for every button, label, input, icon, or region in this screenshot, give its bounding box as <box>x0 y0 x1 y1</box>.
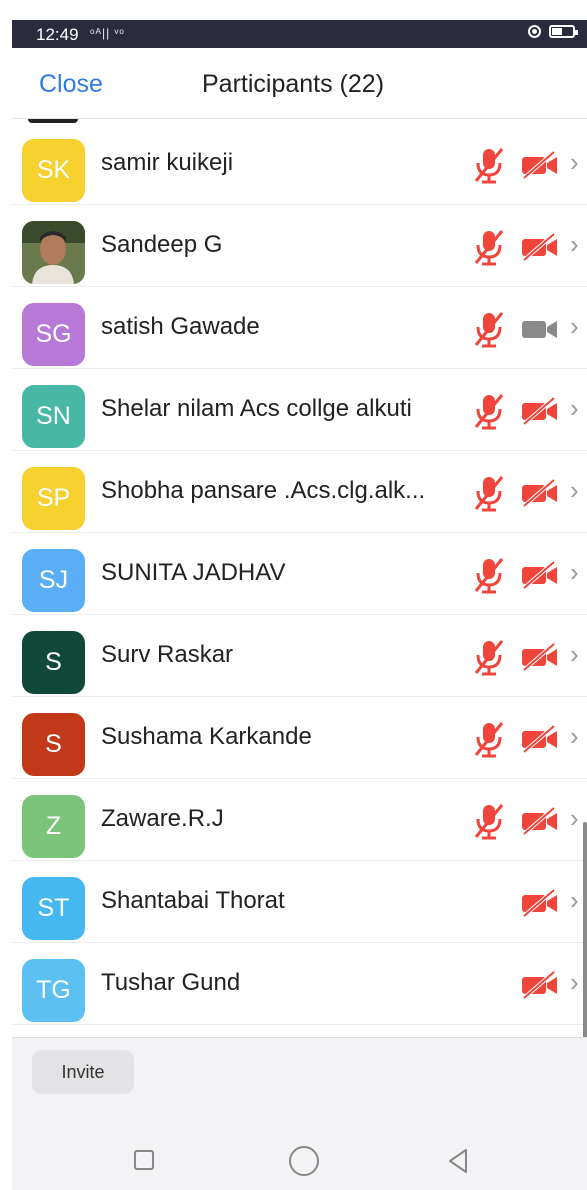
participant-row[interactable]: TG Tushar Gund › <box>12 943 587 1025</box>
status-time: 12:49 <box>36 25 79 44</box>
participants-screen: 12:49 ᵒᴬ|| ᵛᵒ Close Participants (22) SK… <box>12 0 587 1190</box>
invite-button[interactable]: Invite <box>32 1050 134 1094</box>
participant-name: Shantabai Thorat <box>101 887 285 914</box>
participant-row[interactable]: SJ SUNITA JADHAV › <box>12 533 587 615</box>
chevron-right-icon: › <box>570 147 579 177</box>
system-nav-bar <box>12 1138 587 1188</box>
signal-icon: ᵒᴬ|| ᵛᵒ <box>90 26 125 40</box>
chevron-right-icon: › <box>570 393 579 423</box>
mic-muted-icon <box>472 391 506 431</box>
footer: Invite <box>12 1037 587 1190</box>
participant-row[interactable]: SG satish Gawade › <box>12 287 587 369</box>
page-title: Participants (22) <box>202 70 385 98</box>
chevron-right-icon: › <box>570 229 579 259</box>
participant-name: satish Gawade <box>101 313 260 340</box>
video-off-icon <box>520 396 560 426</box>
participant-name: SUNITA JADHAV <box>101 559 286 586</box>
participant-name: Tushar Gund <box>101 969 241 996</box>
status-right <box>528 25 578 38</box>
participant-row[interactable]: SN Shelar nilam Acs collge alkuti › <box>12 369 587 451</box>
video-off-icon <box>520 888 560 918</box>
video-off-icon <box>520 560 560 590</box>
avatar: ST <box>22 877 85 940</box>
close-button[interactable]: Close <box>39 70 103 99</box>
chevron-right-icon: › <box>570 721 579 751</box>
participant-name: Zaware.R.J <box>101 805 224 832</box>
avatar: SK <box>22 139 85 202</box>
video-off-icon <box>520 232 560 262</box>
video-off-icon <box>520 150 560 180</box>
scrollbar[interactable] <box>583 822 587 1037</box>
avatar: S <box>22 713 85 776</box>
mic-muted-icon <box>472 637 506 677</box>
avatar: SN <box>22 385 85 448</box>
video-off-icon <box>520 806 560 836</box>
video-off-icon <box>520 478 560 508</box>
chevron-right-icon: › <box>570 639 579 669</box>
status-bar: 12:49 ᵒᴬ|| ᵛᵒ <box>12 20 587 48</box>
chevron-right-icon: › <box>570 967 579 997</box>
avatar: SG <box>22 303 85 366</box>
avatar: Z <box>22 795 85 858</box>
chevron-right-icon: › <box>570 557 579 587</box>
chevron-right-icon: › <box>570 803 579 833</box>
participant-name: samir kuikeji <box>101 149 234 176</box>
participant-name: Shelar nilam Acs collge alkuti <box>101 395 412 422</box>
avatar: SP <box>22 467 85 530</box>
avatar: S <box>22 631 85 694</box>
mic-muted-icon <box>472 555 506 595</box>
avatar: TG <box>22 959 85 1022</box>
chevron-right-icon: › <box>570 885 579 915</box>
participant-row[interactable]: S Sushama Karkande › <box>12 697 587 779</box>
avatar <box>22 221 85 284</box>
participant-name: Sandeep G <box>101 231 223 258</box>
mic-muted-icon <box>472 801 506 841</box>
video-off-icon <box>520 724 560 754</box>
chevron-right-icon: › <box>570 475 579 505</box>
location-icon <box>528 25 541 38</box>
mic-muted-icon <box>472 145 506 185</box>
participant-name: Surv Raskar <box>101 641 234 668</box>
home-icon[interactable] <box>289 1146 319 1176</box>
header: Close Participants (22) <box>12 48 587 119</box>
video-off-icon <box>520 970 560 1000</box>
mic-muted-icon <box>472 719 506 759</box>
video-off-icon <box>520 642 560 672</box>
participant-list[interactable]: SK samir kuikeji › Sandeep G › SG satish Gawad… <box>12 119 587 1037</box>
participant-row[interactable]: Sandeep G › <box>12 205 587 287</box>
avatar: SJ <box>22 549 85 612</box>
participant-row[interactable]: ST Shantabai Thorat › <box>12 861 587 943</box>
recents-icon[interactable] <box>134 1150 154 1170</box>
participant-name: Sushama Karkande <box>101 723 312 750</box>
battery-icon <box>549 25 578 38</box>
participant-name: Shobha pansare .Acs.clg.alk... <box>101 477 426 504</box>
mic-muted-icon <box>472 473 506 513</box>
participant-row[interactable]: Z Zaware.R.J › <box>12 779 587 861</box>
participant-row[interactable]: SK samir kuikeji › <box>12 123 587 205</box>
back-icon[interactable] <box>444 1146 474 1176</box>
chevron-right-icon: › <box>570 311 579 341</box>
mic-muted-icon <box>472 309 506 349</box>
mic-muted-icon <box>472 227 506 267</box>
participant-row[interactable]: S Surv Raskar › <box>12 615 587 697</box>
participant-row[interactable]: SP Shobha pansare .Acs.clg.alk... › <box>12 451 587 533</box>
video-icon <box>520 315 560 343</box>
